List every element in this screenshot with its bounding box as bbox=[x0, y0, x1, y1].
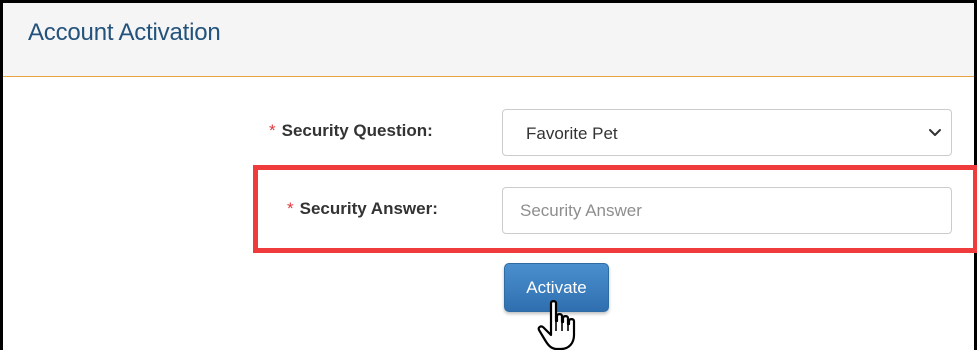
security-question-label: Security Question: bbox=[281, 121, 433, 140]
security-question-select[interactable]: Favorite Pet bbox=[502, 109, 952, 156]
security-question-selected-value: Favorite Pet bbox=[526, 124, 618, 143]
required-marker: * bbox=[287, 199, 294, 218]
page-title: Account Activation bbox=[28, 19, 221, 46]
chevron-down-icon bbox=[929, 129, 941, 136]
security-answer-label: Security Answer: bbox=[299, 199, 438, 218]
panel-header: Account Activation bbox=[3, 3, 974, 77]
hand-pointer-cursor-icon bbox=[537, 300, 576, 350]
security-answer-label-group: * Security Answer: bbox=[287, 199, 438, 219]
security-question-label-group: * Security Question: bbox=[269, 121, 433, 141]
account-activation-window: Account Activation * Security Question: F… bbox=[0, 0, 977, 350]
security-answer-input[interactable] bbox=[502, 187, 952, 234]
required-marker: * bbox=[269, 121, 276, 140]
